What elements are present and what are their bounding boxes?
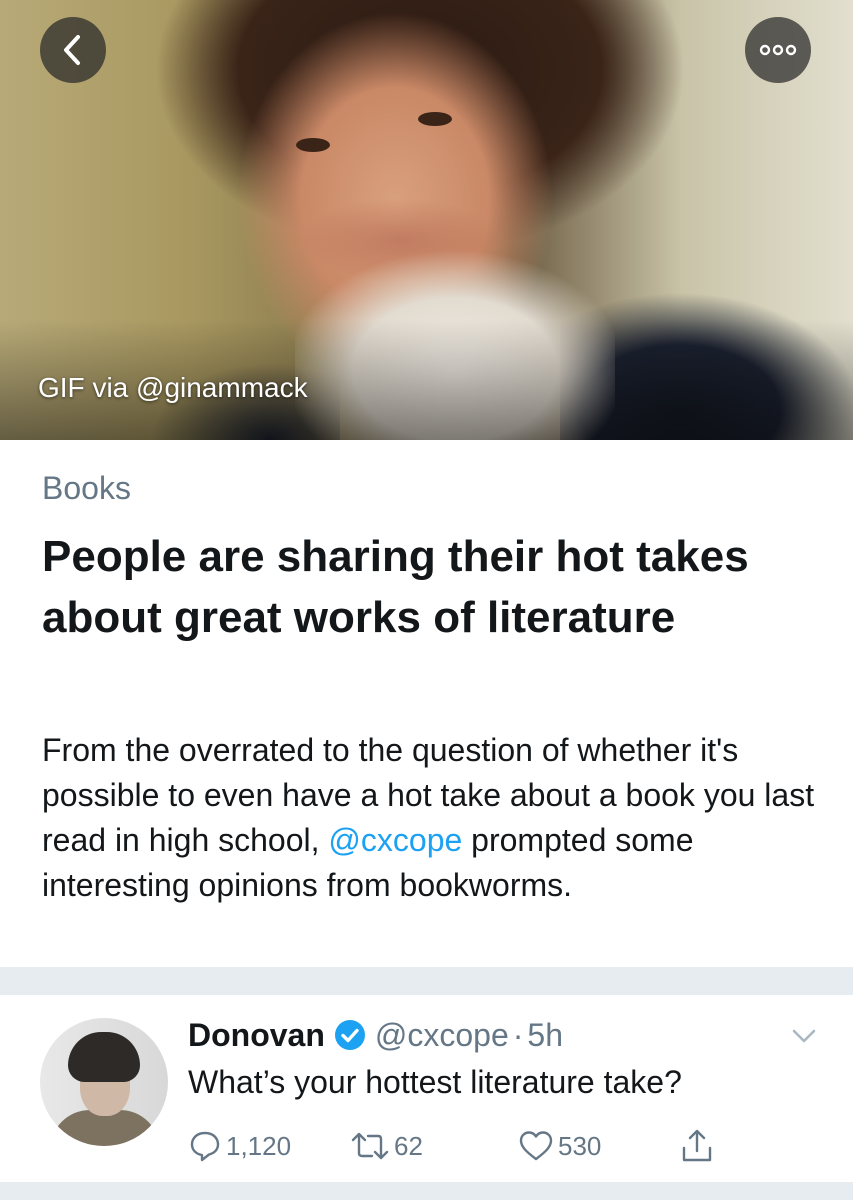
avatar[interactable] <box>40 1018 168 1146</box>
more-dots-icon <box>759 44 797 56</box>
reply-button[interactable]: 1,120 <box>188 1126 291 1166</box>
category-label[interactable]: Books <box>42 470 131 507</box>
hero-eye-left <box>296 138 330 152</box>
retweet-icon <box>351 1132 389 1160</box>
moment-summary: From the overrated to the question of wh… <box>42 728 832 908</box>
verified-badge-icon <box>333 1018 367 1052</box>
section-divider <box>0 967 853 995</box>
reply-icon <box>190 1131 220 1162</box>
tweet-timestamp[interactable]: 5h <box>527 1017 563 1054</box>
tweet-menu-button[interactable] <box>790 1026 818 1046</box>
bottom-divider <box>0 1182 853 1200</box>
separator-dot: · <box>512 1016 524 1053</box>
avatar-hair <box>68 1032 140 1082</box>
heart-icon <box>519 1131 553 1161</box>
back-button[interactable] <box>40 17 106 83</box>
share-icon <box>682 1129 712 1162</box>
moment-headline: People are sharing their hot takes about… <box>42 532 749 642</box>
chevron-left-icon <box>64 35 80 65</box>
gif-credit: GIF via @ginammack <box>38 372 308 403</box>
tweet-text: What’s your hottest literature take? <box>188 1064 682 1100</box>
author-handle[interactable]: @cxcope <box>375 1017 509 1054</box>
author-name[interactable]: Donovan <box>188 1017 325 1054</box>
reply-count: 1,120 <box>226 1130 292 1161</box>
share-button[interactable] <box>680 1126 714 1166</box>
tweet-actions: 1,120 62 530 <box>188 1126 748 1166</box>
hero-eye-right <box>418 112 452 126</box>
chevron-down-icon <box>792 1029 816 1043</box>
more-options-button[interactable] <box>745 17 811 83</box>
like-count: 530 <box>558 1130 602 1161</box>
retweet-count: 62 <box>394 1130 423 1161</box>
tweet-header: Donovan @cxcope · 5h <box>188 1012 563 1058</box>
like-button[interactable]: 530 <box>518 1126 601 1166</box>
retweet-button[interactable]: 62 <box>350 1126 423 1166</box>
hero-gif[interactable]: GIF via @ginammack <box>0 0 853 440</box>
mention-link[interactable]: @cxcope <box>328 822 462 858</box>
